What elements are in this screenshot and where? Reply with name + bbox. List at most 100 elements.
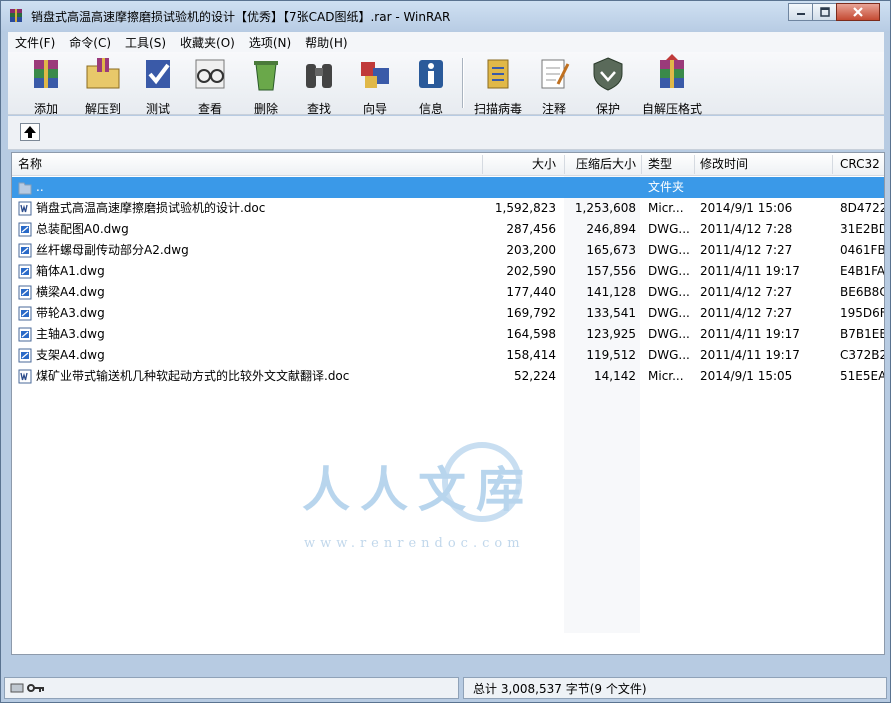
wizard-icon <box>361 62 389 88</box>
parent-folder-row[interactable]: .. 文件夹 <box>12 177 884 198</box>
file-row[interactable]: 丝杆螺母副传动部分A2.dwg 203,200 165,673 DWG... 2011/… <box>12 240 884 261</box>
scan-virus-label: 扫描病毒 <box>473 102 522 116</box>
column-crc32[interactable]: CRC32 <box>840 153 880 176</box>
menu-bar: 文件(F) 命令(C) 工具(S) 收藏夹(O) 选项(N) 帮助(H) <box>8 32 884 52</box>
file-name: 销盘式高温高速摩擦磨损试验机的设计.doc <box>36 201 266 215</box>
menu-options[interactable]: 选项(N) <box>242 34 298 51</box>
file-row[interactable]: 煤矿业带式输送机几种软起动方式的比较外文文献翻译.doc 52,224 14,142… <box>12 366 884 387</box>
file-type: DWG... <box>648 348 690 362</box>
add-button[interactable]: 添加 <box>22 54 70 116</box>
minimize-button[interactable] <box>788 3 813 21</box>
file-crc32: 51E5EA <box>840 369 884 383</box>
file-modified: 2014/9/1 15:06 <box>700 201 793 215</box>
file-crc32: 195D6F <box>840 306 884 320</box>
file-packed-size: 165,673 <box>586 243 636 257</box>
file-name: 支架A4.dwg <box>36 348 105 362</box>
status-total: 总计 3,008,537 字节(9 个文件) <box>473 682 647 696</box>
protect-label: 保护 <box>595 102 620 116</box>
find-button[interactable]: 查找 <box>297 54 341 116</box>
column-name[interactable]: 名称 <box>18 153 42 176</box>
title-bar[interactable]: 销盘式高温高速摩擦磨损试验机的设计【优秀】【7张CAD图纸】.rar - Win… <box>1 1 890 31</box>
column-separator <box>641 155 642 174</box>
word-document-icon <box>18 369 32 384</box>
file-crc32: BE6B8C <box>840 285 884 299</box>
dwg-file-icon <box>18 264 32 279</box>
column-packed-size[interactable]: 压缩后大小 <box>568 153 636 176</box>
folder-icon <box>18 182 32 195</box>
protect-shield-icon <box>593 57 623 91</box>
menu-help[interactable]: 帮助(H) <box>298 34 354 51</box>
scan-virus-button[interactable]: 扫描病毒 <box>470 54 526 116</box>
file-modified: 2011/4/11 19:17 <box>700 327 800 341</box>
column-header: 名称 大小 压缩后大小 类型 修改时间 CRC32 <box>12 153 884 176</box>
word-document-icon <box>18 201 32 216</box>
file-row[interactable]: 支架A4.dwg 158,414 119,512 DWG... 2011/4/11 19… <box>12 345 884 366</box>
info-button[interactable]: 信息 <box>409 54 453 116</box>
file-modified: 2011/4/11 19:17 <box>700 348 800 362</box>
minimize-icon <box>796 13 805 15</box>
close-button[interactable] <box>836 3 880 21</box>
file-name: 箱体A1.dwg <box>36 264 105 278</box>
file-packed-size: 14,142 <box>594 369 636 383</box>
status-left-panel <box>4 677 459 699</box>
menu-favorites[interactable]: 收藏夹(O) <box>173 34 242 51</box>
comment-button[interactable]: 注释 <box>532 54 576 116</box>
comment-label: 注释 <box>541 102 566 116</box>
file-size: 164,598 <box>506 327 556 341</box>
file-name: 带轮A3.dwg <box>36 306 105 320</box>
sfx-button[interactable]: 自解压格式 <box>640 54 704 116</box>
protect-button[interactable]: 保护 <box>586 54 630 116</box>
file-size: 1,592,823 <box>494 201 556 215</box>
dwg-file-icon <box>18 285 32 300</box>
file-crc32: E4B1FA <box>840 264 884 278</box>
find-label: 查找 <box>306 102 331 116</box>
file-size: 203,200 <box>506 243 556 257</box>
view-button[interactable]: 查看 <box>188 54 232 116</box>
file-packed-size: 141,128 <box>586 285 636 299</box>
up-one-level-button[interactable] <box>20 123 40 141</box>
file-type: DWG... <box>648 264 690 278</box>
file-packed-size: 119,512 <box>586 348 636 362</box>
file-crc32: 8D4722 <box>840 201 884 215</box>
menu-file[interactable]: 文件(F) <box>8 34 62 51</box>
horizontal-scrollbar[interactable]: ◀ ▶ <box>12 654 884 655</box>
dwg-file-icon <box>18 327 32 342</box>
comment-pen-icon <box>541 59 570 89</box>
menu-commands[interactable]: 命令(C) <box>62 34 118 51</box>
file-row[interactable]: 主轴A3.dwg 164,598 123,925 DWG... 2011/4/11 19… <box>12 324 884 345</box>
file-row[interactable]: 箱体A1.dwg 202,590 157,556 DWG... 2011/4/11 19… <box>12 261 884 282</box>
extract-to-button[interactable]: 解压到 <box>78 54 128 116</box>
add-label: 添加 <box>33 102 58 116</box>
menu-tools[interactable]: 工具(S) <box>118 34 173 51</box>
column-type[interactable]: 类型 <box>648 153 672 176</box>
file-type: DWG... <box>648 285 690 299</box>
close-icon <box>853 7 863 17</box>
file-name: 横梁A4.dwg <box>36 285 105 299</box>
file-row[interactable]: 横梁A4.dwg 177,440 141,128 DWG... 2011/4/12 7:… <box>12 282 884 303</box>
column-size[interactable]: 大小 <box>488 153 556 176</box>
delete-label: 删除 <box>253 102 278 116</box>
file-size: 158,414 <box>506 348 556 362</box>
file-packed-size: 123,925 <box>586 327 636 341</box>
wizard-button[interactable]: 向导 <box>353 54 397 116</box>
column-modified[interactable]: 修改时间 <box>700 153 748 176</box>
delete-button[interactable]: 删除 <box>244 54 288 116</box>
maximize-button[interactable] <box>812 3 837 21</box>
file-size: 169,792 <box>506 306 556 320</box>
file-crc32: C372B2 <box>840 348 884 362</box>
info-icon <box>419 60 443 88</box>
virus-scan-icon <box>487 59 509 89</box>
file-row[interactable]: 销盘式高温高速摩擦磨损试验机的设计.doc 1,592,823 1,253,608 M… <box>12 198 884 219</box>
winrar-app-icon <box>10 9 22 22</box>
test-button[interactable]: 测试 <box>136 54 180 116</box>
file-modified: 2011/4/12 7:27 <box>700 306 793 320</box>
watermark-url: www.renrendoc.com <box>304 536 525 551</box>
file-name: 总装配图A0.dwg <box>36 222 129 236</box>
file-row[interactable]: 带轮A3.dwg 169,792 133,541 DWG... 2011/4/12 7:… <box>12 303 884 324</box>
column-separator <box>694 155 695 174</box>
file-modified: 2011/4/12 7:27 <box>700 285 793 299</box>
test-check-icon <box>146 60 170 88</box>
file-list[interactable]: 名称 大小 压缩后大小 类型 修改时间 CRC32 .. 文件夹 销盘式高温高速… <box>11 152 885 655</box>
file-row[interactable]: 总装配图A0.dwg 287,456 246,894 DWG... 2011/4/12 … <box>12 219 884 240</box>
file-packed-size: 157,556 <box>586 264 636 278</box>
